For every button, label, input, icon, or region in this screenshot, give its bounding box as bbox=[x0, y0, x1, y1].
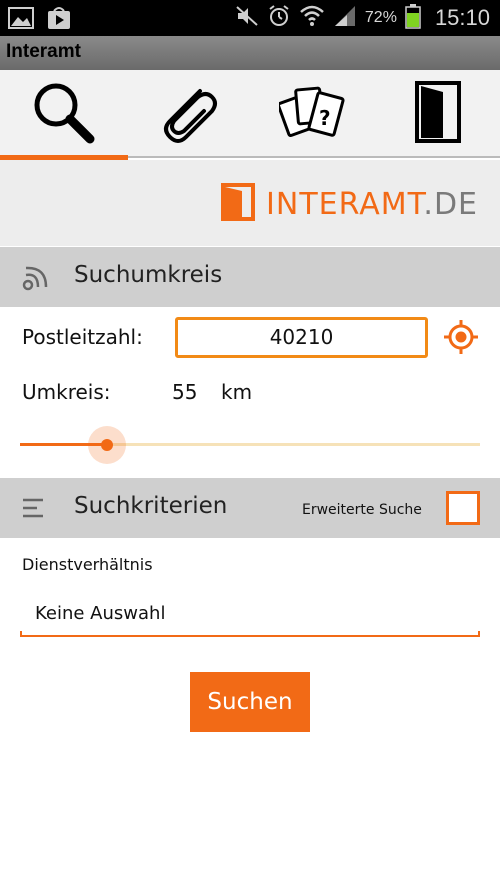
logo-area: INTERAMT.DE bbox=[0, 160, 500, 246]
tab-bar: ? bbox=[0, 70, 500, 160]
logo-main: INTERAMT bbox=[266, 186, 424, 222]
erweiterte-suche-checkbox[interactable] bbox=[446, 491, 480, 525]
clock: 15:10 bbox=[434, 5, 490, 30]
app-title: Interamt bbox=[6, 41, 81, 62]
suchumkreis-title: Suchumkreis bbox=[74, 262, 223, 288]
umkreis-unit: km bbox=[221, 380, 253, 404]
status-bar: 72% 15:10 bbox=[0, 0, 500, 36]
umkreis-slider[interactable] bbox=[20, 425, 480, 465]
battery-percent: 72% bbox=[364, 9, 397, 26]
wifi-icon bbox=[299, 4, 325, 32]
battery-icon bbox=[405, 3, 421, 33]
umkreis-value: 55 bbox=[172, 380, 198, 404]
gallery-icon bbox=[8, 6, 36, 34]
dropdown-tick-left bbox=[20, 631, 22, 637]
filter-lines-icon bbox=[22, 496, 46, 524]
search-button[interactable]: Suchen bbox=[190, 672, 310, 732]
exit-door-icon bbox=[413, 80, 463, 148]
signal-icon bbox=[333, 4, 357, 32]
postleitzahl-input[interactable]: 40210 bbox=[175, 317, 428, 358]
alarm-icon bbox=[267, 4, 291, 32]
locate-button[interactable] bbox=[443, 319, 479, 359]
interamt-logo: INTERAMT.DE bbox=[220, 182, 478, 226]
svg-text:?: ? bbox=[319, 106, 331, 130]
dienstverhaeltnis-label: Dienstverhältnis bbox=[22, 555, 153, 574]
play-store-icon bbox=[46, 6, 72, 34]
dropdown-underline bbox=[20, 635, 480, 637]
tab-attachments[interactable] bbox=[125, 70, 250, 158]
postleitzahl-label: Postleitzahl: bbox=[22, 325, 143, 349]
erweiterte-suche-label: Erweiterte Suche bbox=[302, 502, 422, 518]
search-icon bbox=[30, 79, 96, 149]
logo-tld: .DE bbox=[423, 186, 478, 222]
suchumkreis-header: Suchumkreis bbox=[0, 247, 500, 307]
suchkriterien-header: Suchkriterien bbox=[0, 478, 500, 538]
radius-signal-icon bbox=[22, 265, 50, 295]
dienstverhaeltnis-value: Keine Auswahl bbox=[35, 603, 166, 624]
tab-cards[interactable]: ? bbox=[250, 70, 375, 158]
tab-logout[interactable] bbox=[375, 70, 500, 158]
dienstverhaeltnis-dropdown[interactable]: Keine Auswahl bbox=[20, 595, 480, 637]
suchkriterien-title: Suchkriterien bbox=[74, 493, 228, 519]
location-target-icon bbox=[443, 320, 479, 359]
cards-question-icon: ? bbox=[276, 81, 347, 147]
tab-search[interactable] bbox=[0, 70, 128, 160]
umkreis-label: Umkreis: bbox=[22, 380, 111, 404]
paperclip-icon bbox=[156, 79, 220, 149]
logo-text: INTERAMT.DE bbox=[266, 187, 478, 222]
dropdown-tick-right bbox=[478, 631, 480, 637]
door-logo-icon bbox=[220, 182, 256, 226]
mute-icon bbox=[235, 4, 259, 32]
app-title-bar: Interamt bbox=[0, 36, 500, 70]
